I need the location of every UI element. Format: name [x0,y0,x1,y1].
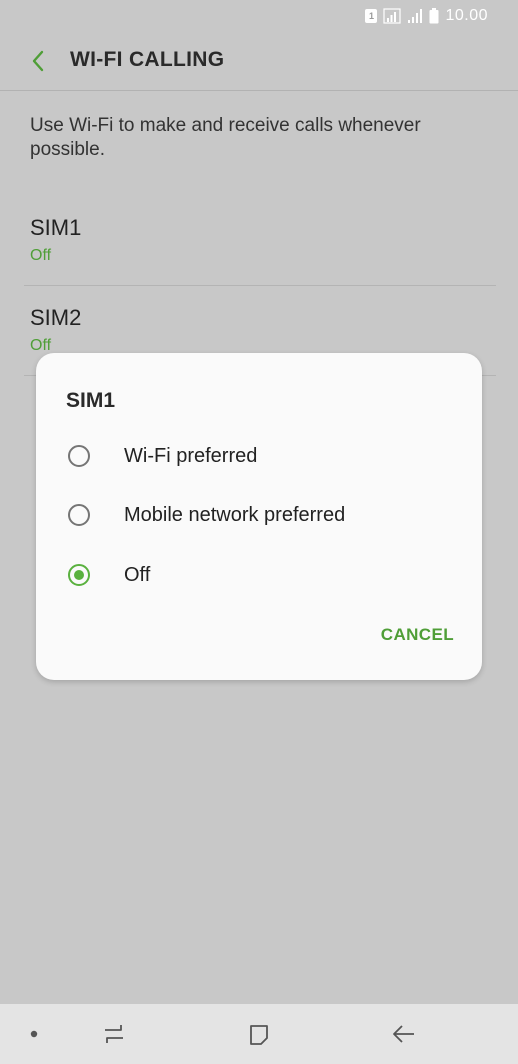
radio-button-selected[interactable] [68,564,90,586]
cancel-button[interactable]: CANCEL [381,625,454,645]
sim1-title: SIM1 [30,215,82,240]
sim1-setting[interactable]: SIM1 Off [0,215,518,301]
sim-1-icon: 1 [365,9,378,23]
dot-icon [30,1030,38,1038]
dialog-title: SIM1 [66,389,116,412]
recent-apps-button[interactable] [96,1018,132,1050]
signal-icon [383,8,402,24]
sim2-title: SIM2 [30,305,82,330]
sim2-status: Off [30,337,52,354]
home-button[interactable] [241,1018,277,1050]
status-icons: 1 10.00 [365,6,488,26]
back-icon [393,1025,414,1043]
option-label: Mobile network preferred [124,504,346,526]
app-header: WI-FI CALLING [0,32,518,90]
radio-dot [74,570,84,580]
header-divider [0,90,518,91]
sim1-status: Off [30,247,52,264]
recent-apps-icon [105,1025,123,1043]
option-wifi-preferred[interactable]: Wi-Fi preferred [66,436,456,480]
option-mobile-network-preferred[interactable]: Mobile network preferred [66,495,456,539]
option-label: Off [124,564,151,586]
page-title: WI-FI CALLING [70,48,225,71]
radio-button[interactable] [68,504,90,526]
dot-button[interactable] [16,1018,52,1050]
description-text: Use Wi-Fi to make and receive calls when… [30,115,421,160]
option-label: Wi-Fi preferred [124,445,258,467]
battery-icon [429,8,439,24]
list-divider [24,285,496,286]
home-icon [250,1025,268,1045]
sim1-dialog: SIM1 Wi-Fi preferred Mobile network pref… [36,353,482,680]
chevron-left-icon [32,50,44,72]
back-button[interactable] [22,44,54,78]
signal-icon [408,9,423,23]
back-nav-button[interactable] [386,1018,422,1050]
status-time: 10.00 [445,7,488,24]
option-off[interactable]: Off [66,555,456,599]
radio-button[interactable] [68,445,90,467]
navigation-bar [0,1004,518,1064]
status-bar: 1 10.00 [0,0,518,32]
